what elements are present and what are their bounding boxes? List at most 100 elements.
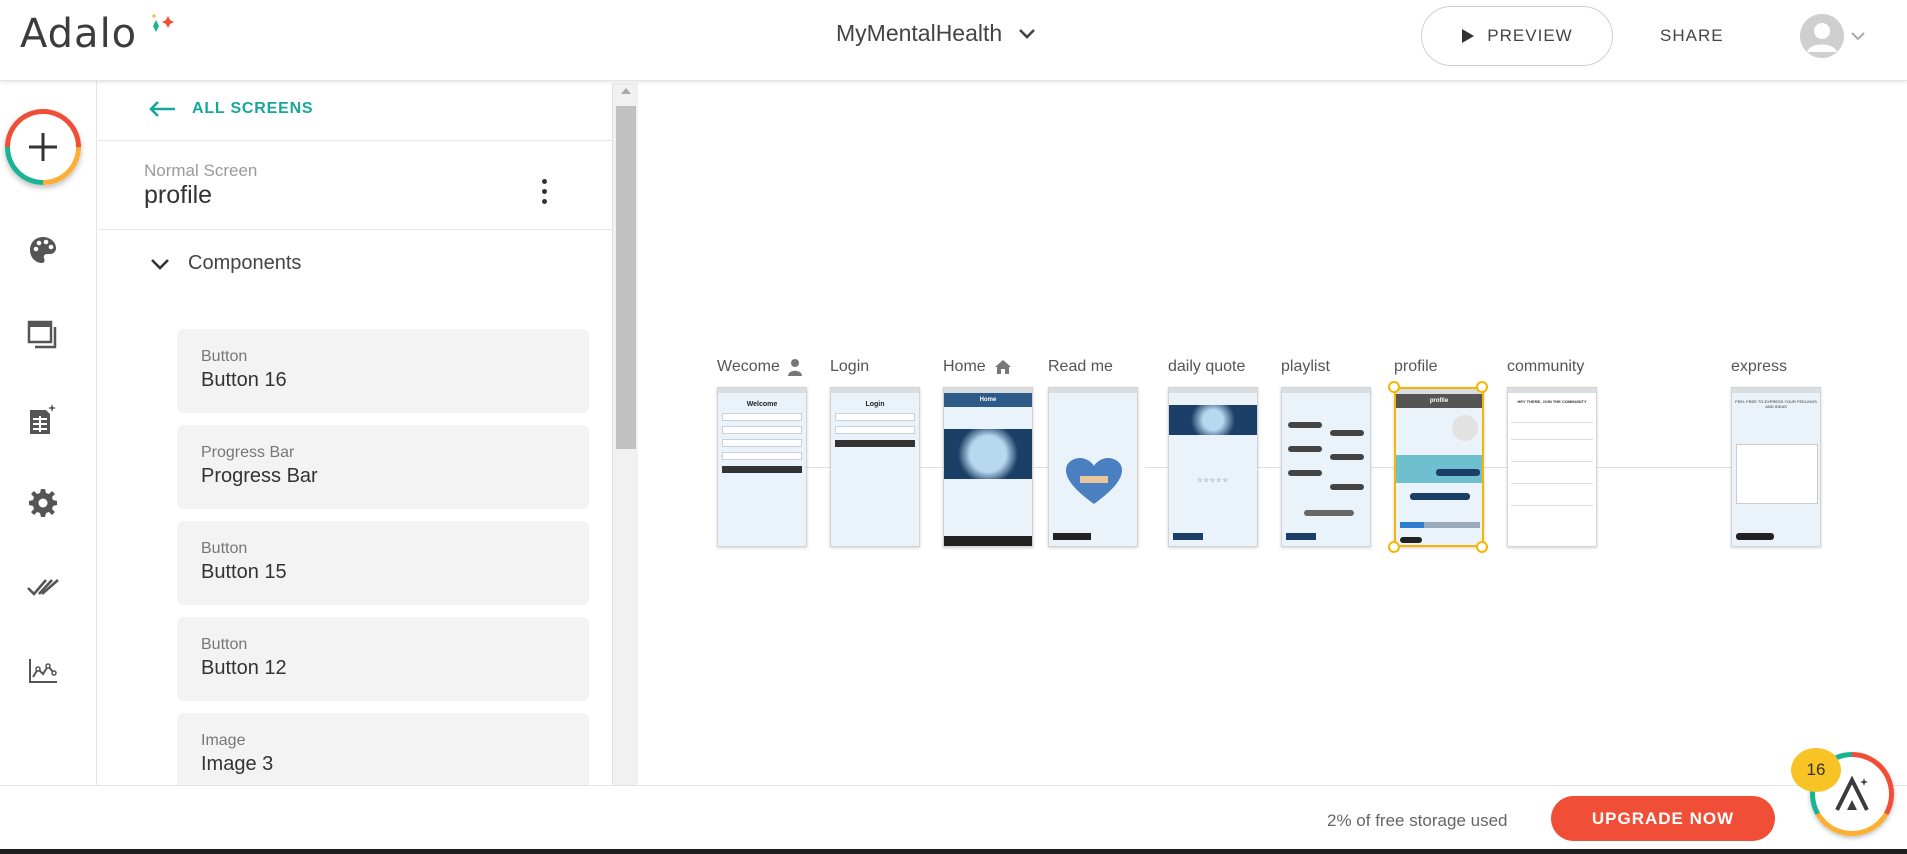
settings-button[interactable] [24,484,62,522]
screen-label-text: Home [943,358,986,375]
branding-button[interactable] [24,231,62,269]
palette-icon [30,237,56,263]
component-item[interactable]: Button Button 16 [177,329,589,413]
upgrade-now-button[interactable]: UPGRADE NOW [1551,796,1775,841]
canvas[interactable]: Wecome Login Home Read me daily quote pl… [639,81,1907,785]
screen-label-read-me[interactable]: Read me [1048,358,1113,376]
scroll-thumb[interactable] [616,106,636,449]
divider [98,229,613,230]
screen-link [1145,467,1169,468]
components-toggle[interactable]: Components [150,252,301,275]
screen-thumbnail-express[interactable]: FEEL FREE TO EXPRESS YOUR FEELINGS AND I… [1731,387,1821,547]
screen-label-profile[interactable]: profile [1394,358,1438,376]
screen-panel: ALL SCREENS Normal Screen profile Compon… [98,81,613,785]
all-screens-label: ALL SCREENS [192,100,314,117]
thumb-button [1053,533,1091,540]
kebab-dot [541,198,547,204]
thumb-button [1173,533,1203,540]
screen-thumbnail-read-me[interactable] [1048,387,1138,547]
component-item[interactable]: Button Button 12 [177,617,589,701]
resize-handle[interactable] [1476,541,1488,553]
add-component-button[interactable] [5,109,81,185]
screen-label-community[interactable]: community [1507,358,1584,376]
arrow-left-icon [149,101,175,117]
database-button[interactable] [24,400,62,438]
screen-link [1371,467,1395,468]
screens-icon [27,320,57,349]
screen-link [806,467,830,468]
analytics-button[interactable] [24,652,62,690]
component-item[interactable]: Button Button 15 [177,521,589,605]
avatar [1800,14,1844,58]
component-type: Button [201,636,248,653]
resize-handle[interactable] [1476,381,1488,393]
component-name: Button 16 [201,369,287,391]
analytics-icon [29,659,57,683]
screen-thumbnail-community[interactable]: HEY THERE, JOIN THE COMMUNITY [1507,387,1597,547]
screen-name: profile [144,181,213,209]
bottom-bar: 2% of free storage used UPGRADE NOW [0,785,1907,854]
screen-thumbnail-profile[interactable]: profile [1394,387,1484,547]
screen-thumbnail-login[interactable]: Login [830,387,920,547]
screens-button[interactable] [24,316,62,354]
user-silhouette-icon [1800,14,1844,58]
chevron-down-icon [1851,32,1865,41]
screen-label-home[interactable]: Home [943,358,1012,376]
component-name: Progress Bar [201,465,318,487]
publish-button[interactable] [24,568,62,606]
add-icon [29,133,57,161]
screen-thumbnail-welcome[interactable]: Welcome [717,387,807,547]
app-name: MyMentalHealth [836,20,1003,46]
thumb-title: Welcome [746,401,778,408]
component-item[interactable]: Image Image 3 [177,713,589,785]
database-icon [30,404,56,434]
preview-label: PREVIEW [1487,26,1573,45]
component-type: Button [201,540,248,557]
chevron-down-icon [151,258,169,270]
scroll-up-arrow-icon[interactable] [621,88,631,94]
screen-link [1484,467,1508,468]
screen-label-login[interactable]: Login [830,358,869,376]
account-menu[interactable] [1800,14,1866,58]
component-type: Image [201,732,246,749]
resize-handle[interactable] [1388,381,1400,393]
preview-button[interactable]: PREVIEW [1421,6,1613,66]
component-name: Image 3 [201,753,274,775]
panel-scrollbar[interactable] [612,83,638,785]
heart-image [1066,458,1122,504]
thumb-title: profile [1396,394,1482,408]
left-rail [0,81,97,785]
screen-link [1258,467,1282,468]
component-name: Button 15 [201,561,287,583]
share-button[interactable]: SHARE [1660,26,1724,46]
sparkle-icon [152,14,174,32]
chevron-down-icon [1019,28,1036,39]
kebab-dot [541,178,547,184]
screen-options-button[interactable] [534,173,554,209]
adalo-logo[interactable]: Adalo [20,11,174,57]
notification-badge[interactable]: 16 [1791,748,1841,792]
thumb-title: FEEL FREE TO EXPRESS YOUR FEELINGS AND I… [1735,399,1817,409]
screen-label-daily-quote[interactable]: daily quote [1168,358,1245,376]
screen-thumbnail-playlist[interactable] [1281,387,1371,547]
window-bottom-edge [0,849,1907,854]
screen-thumbnail-home[interactable]: Home [943,387,1033,547]
resize-handle[interactable] [1388,541,1400,553]
component-item[interactable]: Progress Bar Progress Bar [177,425,589,509]
brain-image [944,429,1032,479]
thumb-title: Home [944,393,1032,407]
screen-link [919,467,943,468]
screen-label-express[interactable]: express [1731,358,1787,376]
screen-thumbnail-daily-quote[interactable]: ☆☆☆☆☆ [1168,387,1258,547]
all-screens-link[interactable]: ALL SCREENS [148,100,313,118]
double-check-icon [27,579,59,596]
kebab-dot [541,188,547,194]
app-switcher[interactable]: MyMentalHealth [836,20,1036,47]
screen-label-playlist[interactable]: playlist [1281,358,1330,376]
stars-row: ☆☆☆☆☆ [1197,478,1229,484]
thumb-title: Login [865,401,885,408]
top-bar: Adalo MyMentalHealth PREVIEW SHARE [0,0,1907,81]
screen-label-welcome[interactable]: Wecome [717,358,802,376]
component-type: Button [201,348,248,365]
logo-text: Adalo [20,11,138,57]
